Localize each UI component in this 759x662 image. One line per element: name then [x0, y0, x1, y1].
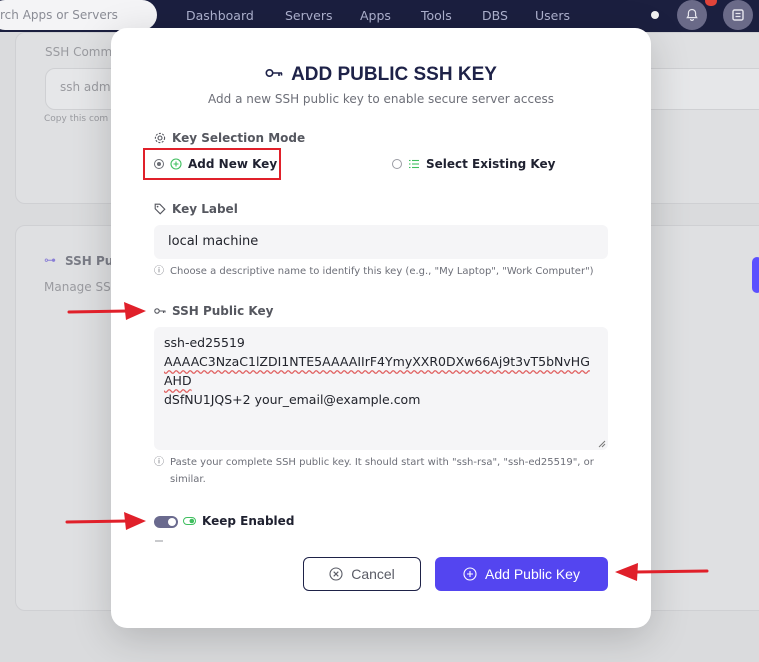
list-icon: [409, 159, 419, 169]
key-selection-mode-label: Key Selection Mode: [154, 131, 305, 145]
nav-dashboard[interactable]: Dashboard: [186, 8, 254, 23]
radio-select-existing-key[interactable]: [392, 159, 402, 169]
add-ssh-key-modal: ADD PUBLIC SSH KEY Add a new SSH public …: [111, 28, 651, 628]
plus-circle-icon: [463, 567, 477, 581]
radio-add-new-key[interactable]: [154, 159, 164, 169]
plus-circle-icon: [170, 158, 182, 170]
info-icon: ⓘ: [154, 457, 164, 468]
search-input[interactable]: rch Apps or Servers: [0, 0, 157, 30]
public-key-line-3: dSfNU1JQS+2 your_email@example.com: [164, 392, 421, 407]
public-key-hint-text: Paste your complete SSH public key. It s…: [170, 457, 594, 485]
option-add-new-key[interactable]: Add New Key: [154, 157, 277, 171]
modal-title: ADD PUBLIC SSH KEY: [291, 64, 497, 86]
grid-icon: [732, 9, 744, 21]
key-icon: [265, 62, 283, 84]
keep-enabled-row: Keep Enabled: [183, 514, 294, 528]
nav-users[interactable]: Users: [535, 8, 570, 23]
menu-button[interactable]: [723, 0, 753, 30]
background-add-button: [752, 257, 759, 293]
cancel-button-label: Cancel: [351, 566, 395, 582]
key-icon: ⊶: [44, 253, 56, 267]
close-circle-icon: [329, 567, 343, 581]
public-key-hint: ⓘ Paste your complete SSH public key. It…: [154, 454, 604, 488]
tag-icon: [154, 203, 166, 215]
key-label-heading: Key Label: [154, 202, 238, 216]
info-icon: ⓘ: [154, 266, 164, 277]
ssh-command-label: SSH Comm: [45, 45, 113, 59]
resize-handle-icon[interactable]: [598, 440, 606, 448]
nav-apps[interactable]: Apps: [360, 8, 391, 23]
add-new-key-label: Add New Key: [188, 157, 278, 171]
key-label-hint: ⓘ Choose a descriptive name to identify …: [154, 263, 624, 280]
add-public-key-button-label: Add Public Key: [485, 566, 580, 582]
keep-enabled-toggle[interactable]: [154, 516, 178, 528]
notification-badge: [705, 0, 717, 6]
cancel-button[interactable]: Cancel: [303, 557, 421, 591]
select-existing-key-label: Select Existing Key: [426, 157, 556, 171]
theme-toggle-icon[interactable]: [651, 11, 659, 19]
key-selection-mode-text: Key Selection Mode: [172, 131, 306, 145]
annotation-arrow-public-key: [67, 302, 146, 320]
ssh-public-key-heading-text: SSH Public Key: [172, 304, 274, 318]
modal-subtitle: Add a new SSH public key to enable secur…: [208, 92, 554, 106]
nav-tools[interactable]: Tools: [421, 8, 452, 23]
annotation-arrow-keep-enabled: [65, 512, 146, 530]
ssh-keys-title: SSH Pu: [65, 254, 114, 268]
notifications-button[interactable]: [677, 0, 707, 30]
key-label-input[interactable]: local machine: [154, 225, 608, 259]
public-key-line-2: AAAAC3NzaC1lZDI1NTE5AAAAIIrF4YmyXXR0DXw6…: [164, 354, 590, 388]
hidden-content-edge: [155, 540, 163, 542]
key-label-heading-text: Key Label: [172, 202, 238, 216]
ssh-public-key-heading: SSH Public Key: [154, 304, 273, 318]
nav-servers[interactable]: Servers: [285, 8, 333, 23]
modal-title-row: ADD PUBLIC SSH KEY: [111, 64, 651, 86]
option-select-existing-key[interactable]: Select Existing Key: [392, 157, 555, 171]
ssh-public-key-textarea[interactable]: ssh-ed25519 AAAAC3NzaC1lZDI1NTE5AAAAIIrF…: [154, 327, 608, 450]
public-key-line-1: ssh-ed25519: [164, 335, 245, 350]
nav-dbs[interactable]: DBS: [482, 8, 508, 23]
gear-icon: [154, 132, 166, 144]
copy-hint: Copy this com: [44, 114, 109, 124]
key-label-hint-text: Choose a descriptive name to identify th…: [170, 266, 594, 277]
ssh-command-value: ssh adm: [60, 80, 111, 94]
key-icon: [154, 308, 166, 314]
toggle-on-icon: [183, 517, 196, 525]
annotation-arrow-add-button: [615, 563, 709, 581]
ssh-keys-subtitle: Manage SS: [44, 280, 111, 294]
bell-icon: [686, 8, 698, 21]
add-public-key-button[interactable]: Add Public Key: [435, 557, 608, 591]
keep-enabled-label: Keep Enabled: [202, 514, 295, 528]
